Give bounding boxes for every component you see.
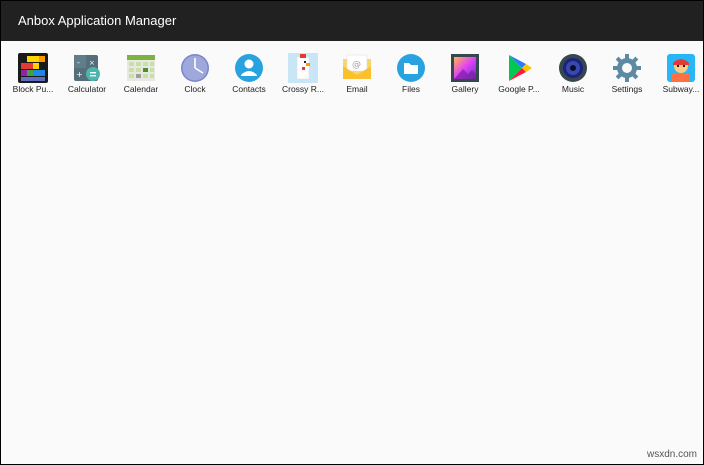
app-label: Calendar [123, 84, 159, 94]
app-label: Files [402, 84, 420, 94]
calculator-icon: - × + [74, 55, 100, 81]
app-label: Calculator [67, 84, 107, 94]
app-label: Email [346, 84, 368, 94]
app-label: Subway... [662, 84, 700, 94]
app-calendar[interactable]: Calendar [114, 53, 168, 99]
app-crossy-road[interactable]: Crossy R... [276, 53, 330, 99]
svg-text:+: + [76, 70, 83, 79]
title-bar: Anbox Application Manager [1, 1, 703, 41]
app-music[interactable]: Music [546, 53, 600, 99]
app-label: Crossy R... [281, 84, 325, 94]
app-label: Settings [611, 84, 643, 94]
app-label: Clock [184, 84, 206, 94]
app-block-puzzle[interactable]: Block Pu... [6, 53, 60, 99]
svg-text:×: × [89, 59, 95, 67]
email-icon: @ [343, 54, 371, 79]
app-label: Music [561, 84, 585, 94]
app-grid: Block Pu... - × + Calculator Calendar Cl… [6, 53, 703, 103]
contacts-icon [235, 54, 263, 82]
app-subway-surfers[interactable]: Subway... [654, 53, 703, 99]
app-gallery[interactable]: Gallery [438, 53, 492, 99]
app-label: Gallery [451, 84, 479, 94]
svg-text:@: @ [352, 60, 361, 70]
google-play-icon [509, 55, 532, 81]
gallery-icon [451, 54, 479, 82]
app-files[interactable]: Files [384, 53, 438, 99]
files-icon [397, 54, 425, 82]
music-icon [559, 54, 587, 82]
app-label: Block Pu... [12, 84, 54, 94]
app-label: Google P... [498, 84, 540, 94]
calendar-icon [127, 55, 155, 81]
app-google-play[interactable]: Google P... [492, 53, 546, 99]
window-title: Anbox Application Manager [18, 13, 177, 28]
app-email[interactable]: @ Email [330, 53, 384, 99]
clock-icon [181, 54, 209, 82]
application-window: Anbox Application Manager Block Pu... - … [0, 0, 704, 465]
subway-surfers-icon [667, 54, 695, 82]
app-label: Contacts [232, 84, 266, 94]
crossy-road-icon [288, 53, 318, 83]
app-settings[interactable]: Settings [600, 53, 654, 99]
svg-text:-: - [77, 58, 80, 67]
app-calculator[interactable]: - × + Calculator [60, 53, 114, 99]
app-clock[interactable]: Clock [168, 53, 222, 99]
app-contacts[interactable]: Contacts [222, 53, 276, 99]
settings-icon [613, 54, 641, 82]
watermark: wsxdn.com [646, 449, 697, 460]
block-puzzle-icon [18, 53, 48, 83]
